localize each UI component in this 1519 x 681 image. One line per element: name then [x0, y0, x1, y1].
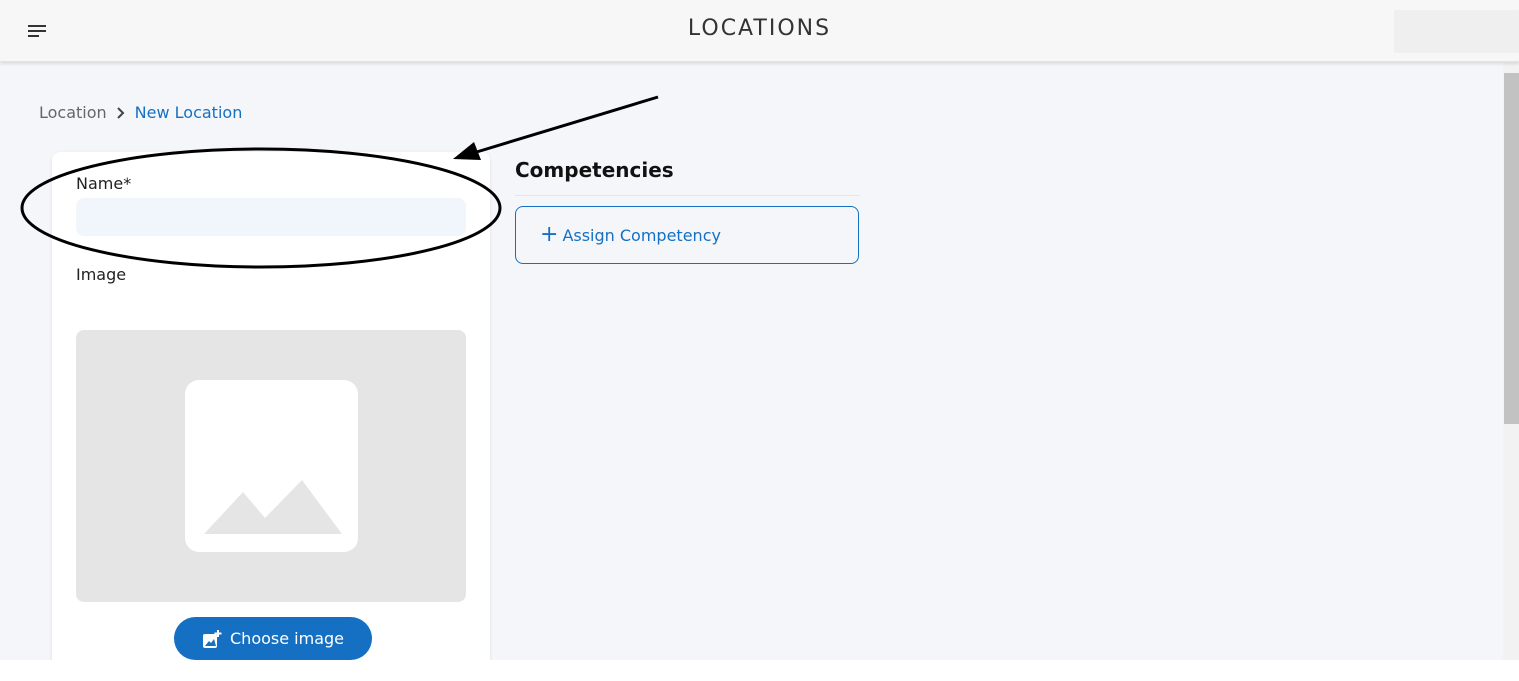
- name-label: Name*: [76, 174, 132, 193]
- name-input[interactable]: [76, 198, 466, 236]
- app-header: LOCATIONS: [0, 0, 1519, 62]
- breadcrumb-current: New Location: [134, 103, 243, 122]
- plus-icon: +: [540, 222, 559, 247]
- breadcrumb-location-link[interactable]: Location: [39, 103, 107, 122]
- header-user-area[interactable]: [1394, 10, 1519, 53]
- choose-image-button[interactable]: Choose image: [174, 617, 372, 660]
- chevron-right-icon: [116, 106, 126, 120]
- add-photo-icon: [202, 629, 222, 649]
- bottom-strip: [0, 660, 1519, 681]
- image-placeholder-icon: [185, 380, 358, 552]
- assign-competency-button[interactable]: + Assign Competency: [515, 206, 859, 264]
- assign-competency-label: Assign Competency: [562, 225, 721, 245]
- scrollbar-thumb[interactable]: [1504, 73, 1519, 424]
- image-label: Image: [76, 265, 127, 284]
- competencies-divider: [515, 195, 860, 196]
- page-title: LOCATIONS: [687, 16, 832, 41]
- choose-image-label: Choose image: [230, 629, 344, 648]
- image-preview: [76, 330, 466, 602]
- breadcrumb: Location New Location: [39, 103, 242, 122]
- competencies-title: Competencies: [515, 158, 674, 182]
